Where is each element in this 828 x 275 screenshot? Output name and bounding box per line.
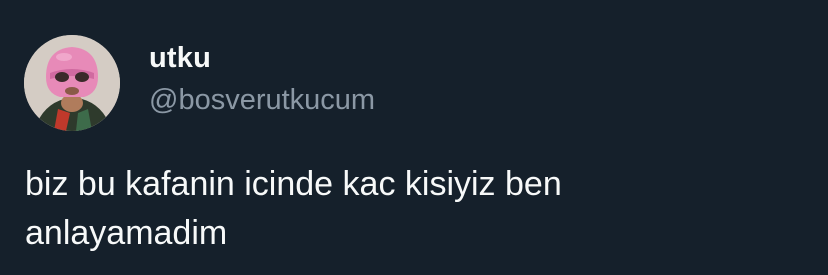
avatar-photo-icon — [24, 35, 120, 131]
tweet-text-line-2: anlayamadim — [25, 214, 228, 252]
tweet-card[interactable]: utku @bosverutkucum biz bu kafanin icind… — [0, 0, 828, 275]
avatar[interactable] — [24, 35, 120, 131]
tweet-text: biz bu kafanin icinde kac kisiyiz ben an… — [25, 160, 805, 258]
author-handle[interactable]: @bosverutkucum — [149, 82, 375, 118]
tweet-text-line-1: biz bu kafanin icinde kac kisiyiz ben — [25, 165, 562, 203]
author-display-name[interactable]: utku — [149, 40, 211, 76]
